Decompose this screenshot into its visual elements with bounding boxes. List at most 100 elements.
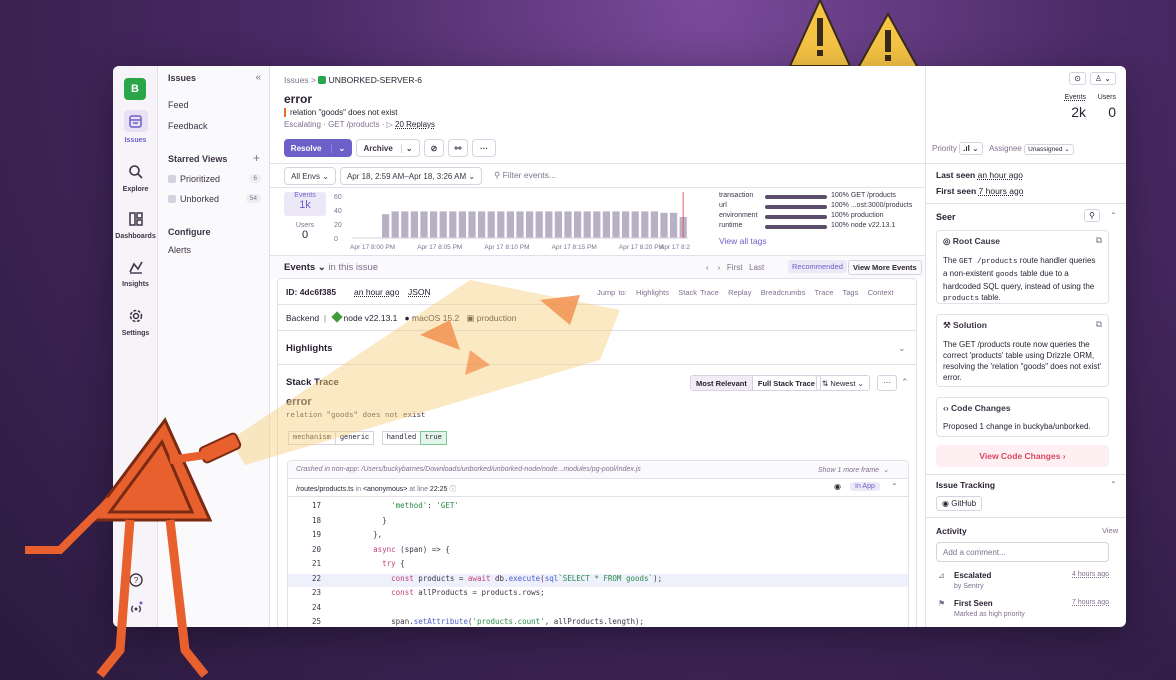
most-relevant-toggle[interactable]: Most Relevant	[691, 376, 752, 390]
chart-bar[interactable]	[622, 211, 630, 238]
chart-bar[interactable]	[650, 211, 658, 238]
view-code-changes-button[interactable]: View Code Changes ›	[936, 445, 1109, 467]
next-icon[interactable]: ›	[718, 263, 721, 272]
help-button[interactable]: ?	[113, 572, 158, 591]
github-link-button[interactable]: ◉ GitHub	[936, 496, 983, 511]
chart-bar[interactable]	[468, 211, 476, 238]
subnav-item-unborked[interactable]: Unborked	[168, 194, 219, 204]
nav-settings[interactable]: Settings	[113, 308, 158, 337]
chart-bar[interactable]	[554, 211, 562, 238]
copy-icon[interactable]: ⧉	[1096, 319, 1102, 330]
chart-bar[interactable]	[641, 211, 649, 238]
first-event-link[interactable]: First	[727, 263, 743, 272]
events-count-label[interactable]: Events	[1065, 94, 1086, 101]
chart-bar[interactable]	[545, 211, 553, 238]
user-menu-icon[interactable]: ♙ ⌄	[1089, 72, 1116, 85]
copy-icon[interactable]: ⧉	[1096, 235, 1102, 246]
more-actions-button[interactable]: ···	[472, 139, 496, 157]
jump-link-tags[interactable]: Tags	[843, 288, 859, 297]
chart-bar[interactable]	[526, 211, 534, 238]
subnav-item-feedback[interactable]: Feedback	[168, 121, 208, 131]
highlights-heading[interactable]: Highlights	[286, 343, 332, 354]
chart-bar[interactable]	[516, 211, 524, 238]
search-input[interactable]: Filter events...	[503, 170, 556, 180]
chart-bar[interactable]	[439, 211, 447, 238]
chart-bar[interactable]	[430, 211, 438, 238]
chevron-up-icon[interactable]: ⌃	[1110, 211, 1117, 220]
date-range-filter[interactable]: Apr 18, 2:59 AM–Apr 18, 3:26 AM ⌄	[340, 167, 482, 185]
jump-link-trace[interactable]: Trace	[814, 288, 833, 297]
comment-input[interactable]: Add a comment...	[936, 542, 1109, 562]
collapse-icon[interactable]: «	[255, 72, 261, 83]
share-button[interactable]: ⚯	[448, 139, 468, 157]
clock-icon[interactable]: ⊙	[1069, 72, 1086, 85]
chart-bar[interactable]	[391, 211, 399, 238]
chevron-up-icon[interactable]: ⌃	[901, 377, 909, 388]
chevron-down-icon[interactable]: ⌄	[898, 343, 906, 354]
jump-link-highlights[interactable]: Highlights	[636, 288, 669, 297]
archive-button[interactable]: Archive ⌄	[356, 139, 420, 157]
resolve-button[interactable]: Resolve ⌄	[284, 139, 352, 157]
chart-bar[interactable]	[382, 214, 390, 238]
chart-bar[interactable]	[478, 211, 486, 238]
view-more-events-button[interactable]: View More Events	[848, 260, 922, 275]
chart-bar[interactable]	[593, 211, 601, 238]
chart-bar[interactable]	[612, 211, 620, 238]
chart-bar[interactable]	[574, 211, 582, 238]
recommended-tab[interactable]: Recommended	[788, 260, 847, 273]
activity-view-link[interactable]: View	[1102, 526, 1118, 535]
add-view-icon[interactable]: +	[253, 151, 260, 165]
json-link[interactable]: JSON	[408, 287, 431, 297]
chart-bar[interactable]	[458, 211, 466, 238]
chart-bar[interactable]	[670, 212, 678, 238]
event-search[interactable]: ⚲ Filter events...	[494, 170, 556, 181]
users-stat[interactable]: Users 0	[284, 222, 326, 241]
events-heading[interactable]: Events ⌄ in this issue	[284, 262, 378, 273]
chevron-down-icon[interactable]: ⌄	[331, 143, 345, 153]
chart-bar[interactable]	[564, 211, 572, 238]
jump-link-stack-trace[interactable]: Stack Trace	[678, 288, 719, 297]
subnav-item-feed[interactable]: Feed	[168, 100, 189, 110]
subnav-item-prioritized[interactable]: Prioritized	[168, 174, 220, 184]
nav-issues[interactable]: Issues	[113, 110, 158, 144]
breadcrumb-root[interactable]: Issues	[284, 75, 309, 85]
chevron-down-icon[interactable]: ⌄	[400, 143, 413, 153]
show-more-frames-link[interactable]: Show 1 more frame ⌄	[818, 466, 889, 474]
chart-bar[interactable]	[583, 211, 591, 238]
stack-trace-heading[interactable]: Stack Trace	[286, 377, 339, 388]
broadcasts-button[interactable]	[113, 600, 158, 619]
events-stat[interactable]: Events 1k	[284, 192, 326, 216]
chart-bar[interactable]	[410, 211, 418, 238]
chart-bar[interactable]	[449, 211, 457, 238]
chart-bar[interactable]	[487, 211, 495, 238]
nav-dashboards[interactable]: Dashboards	[113, 211, 158, 240]
sort-dropdown[interactable]: ⇅ Newest ⌄	[816, 375, 870, 391]
jump-link-breadcrumbs[interactable]: Breadcrumbs	[761, 288, 806, 297]
jump-link-context[interactable]: Context	[868, 288, 894, 297]
view-all-tags-link[interactable]: View all tags	[719, 236, 767, 246]
jump-link-replay[interactable]: Replay	[728, 288, 751, 297]
chart-bar[interactable]	[535, 211, 543, 238]
chart-bar[interactable]	[506, 211, 514, 238]
nav-insights[interactable]: Insights	[113, 259, 158, 288]
last-event-link[interactable]: Last	[749, 263, 764, 272]
github-icon[interactable]: ◉	[834, 482, 841, 491]
stack-more-button[interactable]: ···	[877, 375, 897, 391]
env-filter[interactable]: All Envs ⌄	[284, 167, 336, 185]
chart-bar[interactable]	[602, 211, 610, 238]
priority-dropdown[interactable]: .ıl ⌄	[959, 142, 983, 155]
project-slug[interactable]: UNBORKED-SERVER-6	[329, 75, 422, 85]
full-stack-trace-toggle[interactable]: Full Stack Trace	[751, 376, 820, 390]
chart-bar[interactable]	[660, 212, 668, 238]
prev-icon[interactable]: ‹	[706, 263, 709, 272]
event-id[interactable]: ID: 4dc6f385	[286, 287, 336, 297]
chevron-up-icon[interactable]: ⌃	[891, 482, 898, 491]
chart-bar[interactable]	[401, 211, 409, 238]
mute-button[interactable]: ⊘	[424, 139, 444, 157]
nav-explore[interactable]: Explore	[113, 164, 158, 193]
chart-bar[interactable]	[497, 211, 505, 238]
users-count-label[interactable]: Users	[1098, 94, 1116, 101]
subnav-item-alerts[interactable]: Alerts	[168, 245, 191, 255]
replays-link[interactable]: 20 Replays	[395, 120, 435, 129]
seer-settings-icon[interactable]: ⚲	[1084, 209, 1100, 222]
